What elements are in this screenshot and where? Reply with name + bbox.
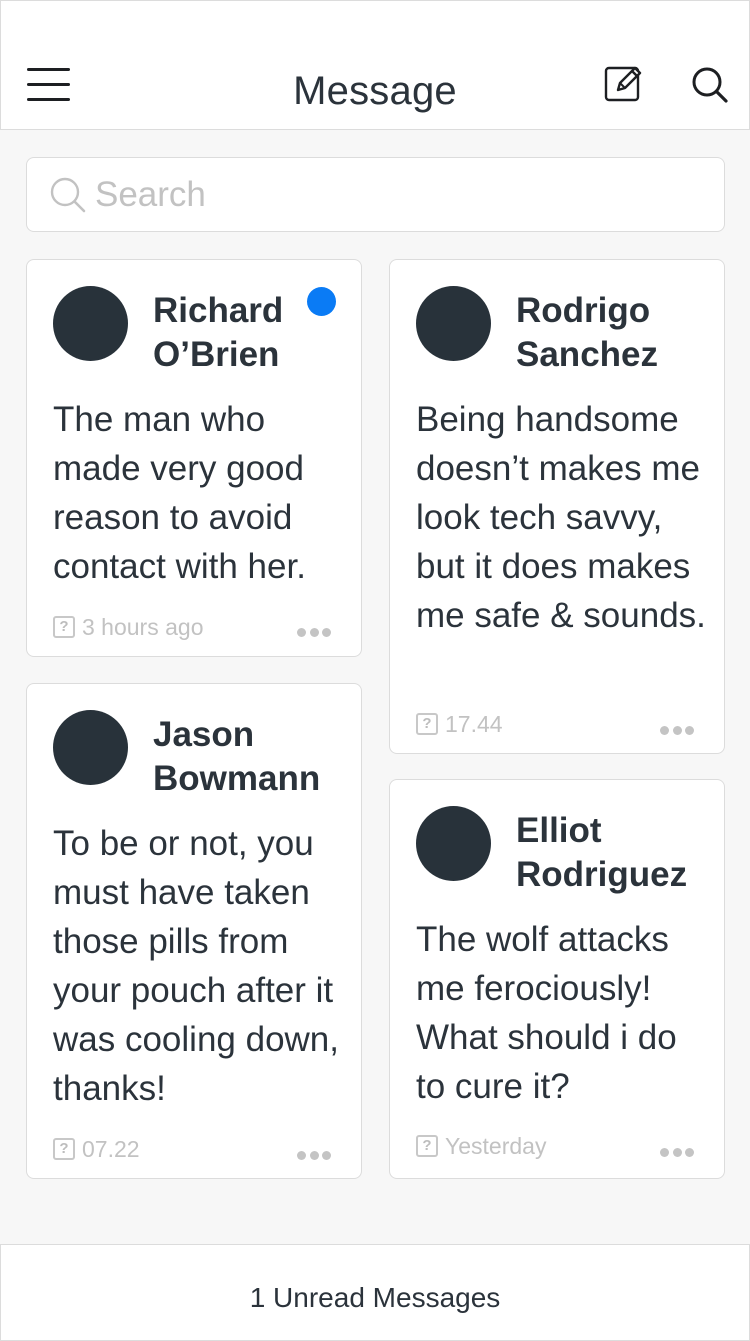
sender-name: Richard O’Brien — [153, 291, 284, 374]
avatar — [53, 286, 128, 361]
timestamp: 17.44 — [445, 710, 503, 737]
message-meta: ? 07.22 — [53, 1136, 140, 1162]
more-options-icon[interactable] — [297, 1148, 331, 1162]
message-card[interactable]: Jason Bowmann To be or not, you must hav… — [26, 683, 362, 1179]
message-card[interactable]: Rodrigo Sanchez Being handsome doesn’t m… — [389, 259, 725, 754]
timestamp: 07.22 — [82, 1135, 140, 1162]
top-bar: Message — [0, 0, 750, 130]
unread-messages-bar[interactable]: 1 Unread Messages — [0, 1244, 750, 1341]
message-preview: The wolf attacks me ferociously! What sh… — [416, 920, 677, 1106]
avatar — [53, 710, 128, 785]
more-options-icon[interactable] — [297, 625, 331, 639]
message-screen: Message Richard O’Brie — [0, 0, 750, 1341]
message-meta: ? 17.44 — [416, 711, 503, 737]
unread-count-label: 1 Unread Messages — [249, 1282, 501, 1313]
message-meta: ? Yesterday — [416, 1133, 546, 1159]
message-preview: Being handsome doesn’t makes me look tec… — [416, 400, 706, 635]
clock-icon: ? — [416, 713, 438, 735]
compose-icon[interactable] — [604, 64, 644, 104]
search-input[interactable] — [95, 172, 695, 218]
message-card[interactable]: Elliot Rodriguez The wolf attacks me fer… — [389, 779, 725, 1179]
message-preview: To be or not, you must have taken those … — [53, 824, 339, 1108]
unread-indicator — [307, 287, 336, 316]
clock-icon: ? — [53, 616, 75, 638]
more-options-icon[interactable] — [660, 1145, 694, 1159]
search-bar[interactable] — [26, 157, 725, 232]
clock-icon: ? — [416, 1135, 438, 1157]
search-icon — [49, 176, 87, 214]
message-preview: The man who made very good reason to avo… — [53, 400, 306, 586]
timestamp: 3 hours ago — [82, 613, 204, 640]
clock-icon: ? — [53, 1138, 75, 1160]
message-meta: ? 3 hours ago — [53, 614, 203, 640]
avatar — [416, 286, 491, 361]
sender-name: Elliot Rodriguez — [516, 811, 688, 894]
message-card[interactable]: Richard O’Brien The man who made very go… — [26, 259, 362, 657]
avatar — [416, 806, 491, 881]
sender-name: Jason Bowmann — [153, 715, 321, 798]
more-options-icon[interactable] — [660, 723, 694, 737]
timestamp: Yesterday — [445, 1132, 547, 1159]
search-icon[interactable] — [690, 65, 730, 105]
sender-name: Rodrigo Sanchez — [516, 291, 658, 374]
